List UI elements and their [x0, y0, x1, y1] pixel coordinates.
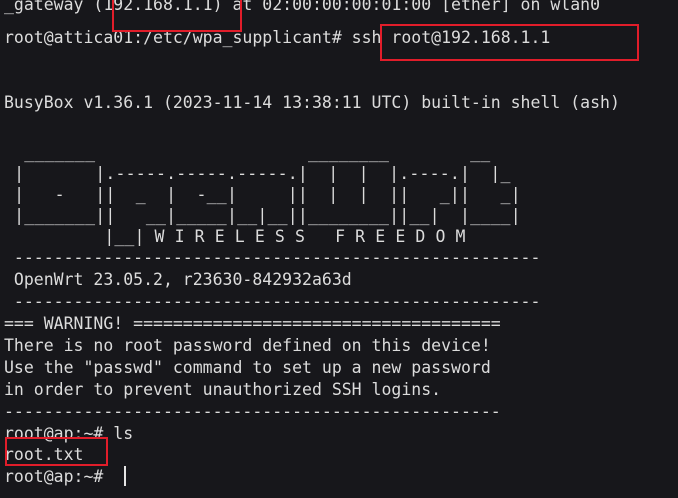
banner-divider-top: ----------------------------------------… — [4, 248, 541, 267]
openwrt-version: OpenWrt 23.05.2, r23630-842932a63d — [4, 270, 352, 289]
terminal-window[interactable]: _gateway (192.168.1.1) at 02:00:00:00:01… — [0, 0, 678, 498]
terminal-line-ssh-command: root@attica01:/etc/wpa_supplicant# ssh r… — [4, 28, 551, 47]
openwrt-logo-line-3: | - || _ | -__| || | | || _|| _| — [4, 185, 521, 204]
warning-line-2: Use the "passwd" command to set up a new… — [4, 358, 491, 377]
warning-line-3: in order to prevent unauthorized SSH log… — [4, 380, 442, 399]
terminal-line-ls-output: root.txt — [4, 445, 84, 464]
openwrt-logo-line-2: | |.-----.-----.-----.| | | |.----.| |_ — [4, 164, 511, 183]
warning-divider: ----------------------------------------… — [4, 402, 501, 421]
openwrt-logo-line-4: |_______|| __|_____|__|__||________||__|… — [4, 206, 521, 225]
openwrt-logo-tagline: |__| W I R E L E S S F R E E D O M — [4, 227, 466, 246]
warning-header: === WARNING! ===========================… — [4, 314, 501, 333]
warning-line-1: There is no root password defined on thi… — [4, 336, 491, 355]
terminal-line-arp: _gateway (192.168.1.1) at 02:00:00:00:01… — [4, 0, 601, 14]
banner-divider-bottom: ----------------------------------------… — [4, 292, 541, 311]
terminal-prompt[interactable]: root@ap:~# — [4, 466, 113, 488]
terminal-line-busybox: BusyBox v1.36.1 (2023-11-14 13:38:11 UTC… — [4, 93, 620, 112]
openwrt-logo-line-1: _______ ________ __ — [4, 143, 491, 162]
text-cursor — [124, 466, 126, 486]
terminal-line-ls-command: root@ap:~# ls — [4, 424, 134, 443]
